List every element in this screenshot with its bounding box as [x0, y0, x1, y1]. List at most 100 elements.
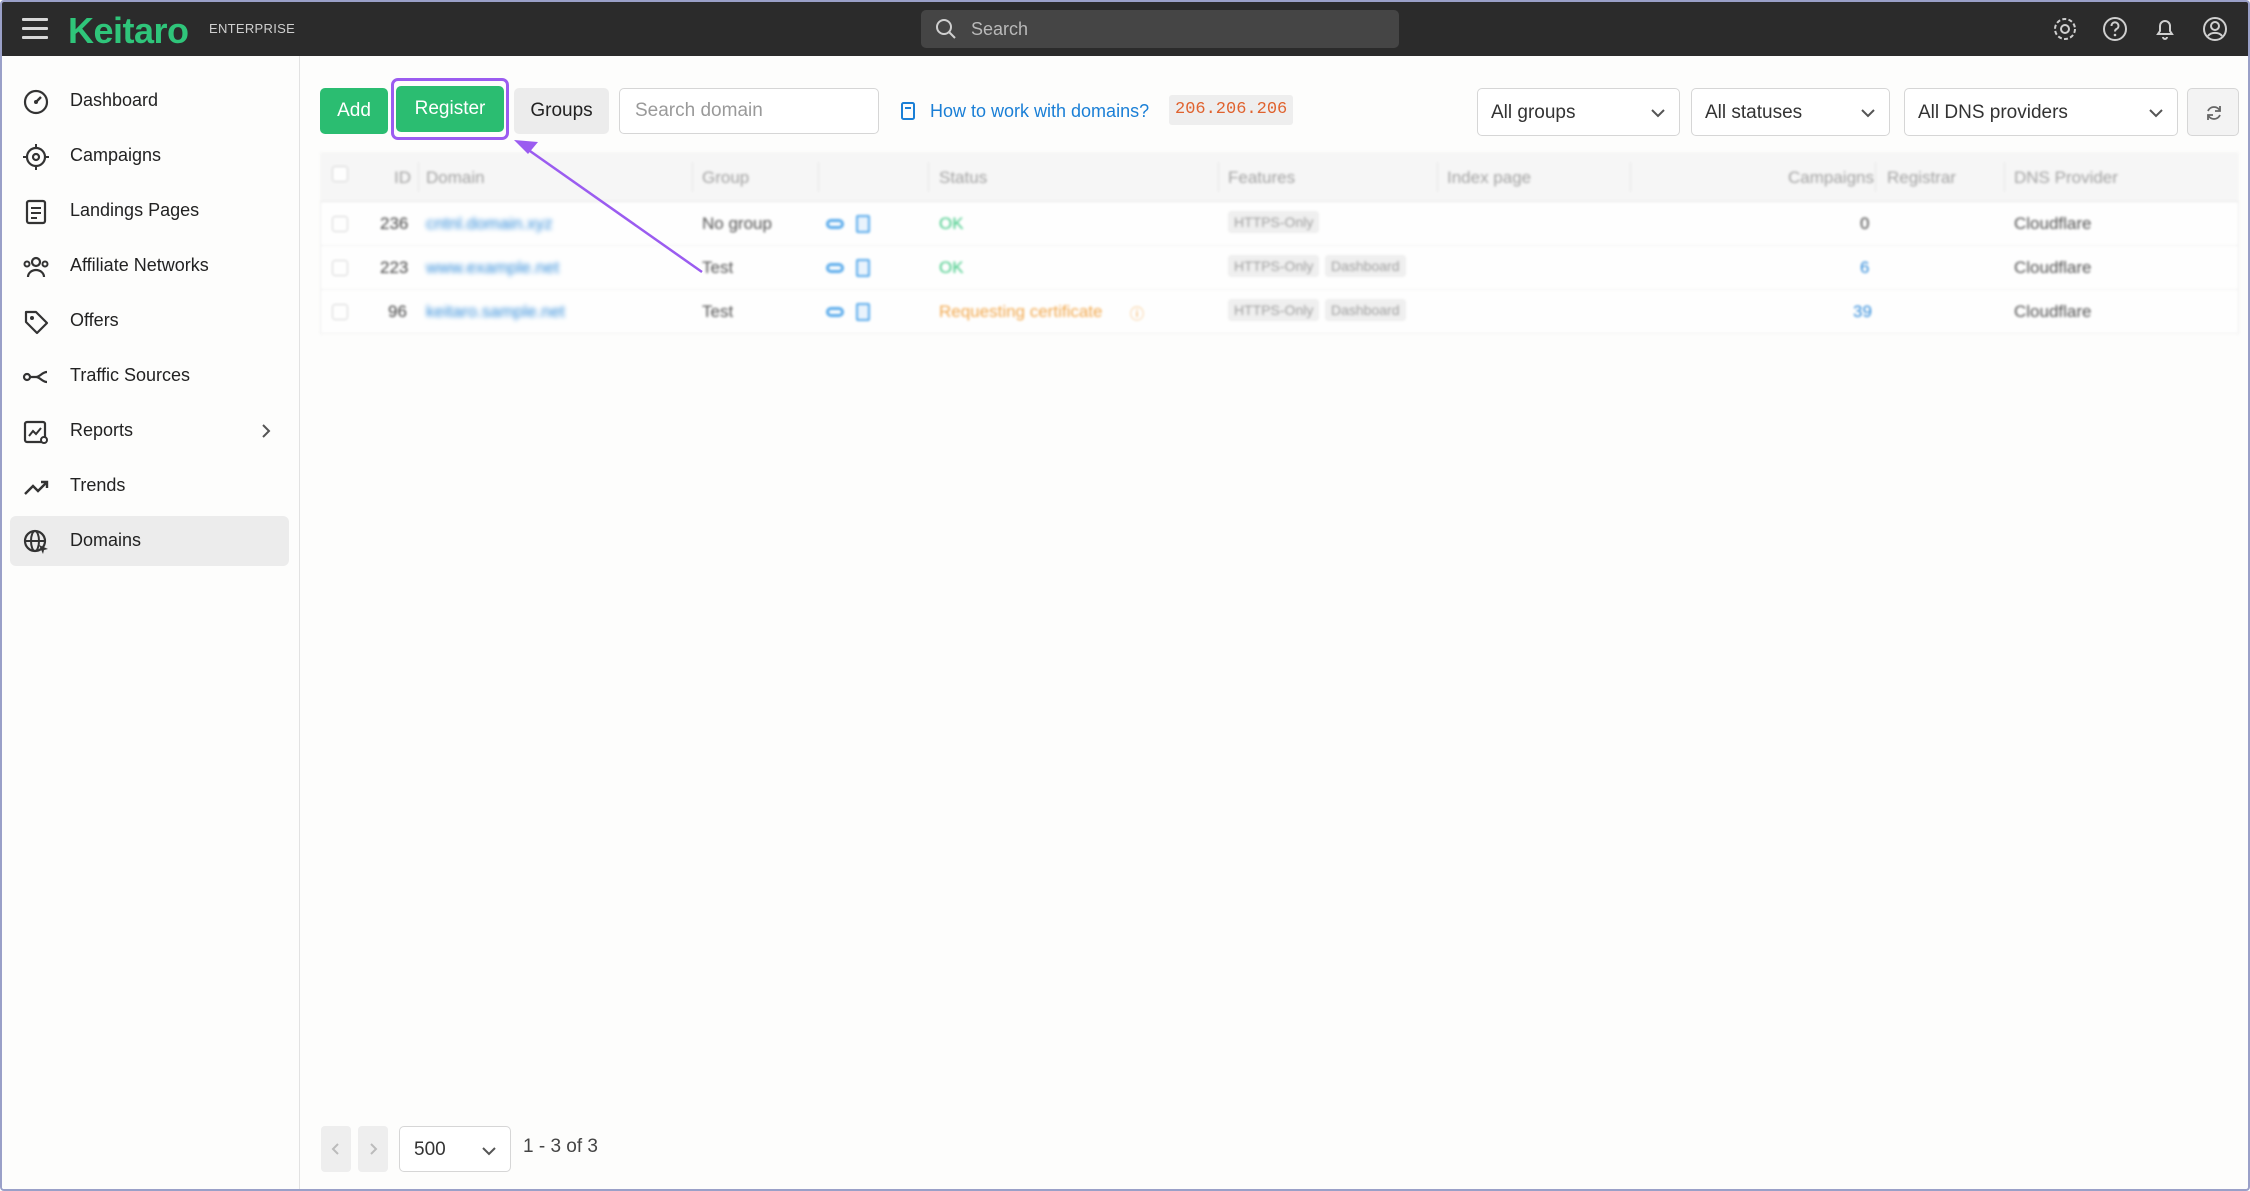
globe-icon — [23, 529, 48, 554]
document-icon[interactable] — [856, 303, 870, 321]
row-checkbox[interactable] — [332, 216, 348, 232]
register-highlight — [391, 78, 509, 140]
sidebar-item-label: Reports — [70, 420, 134, 440]
chevron-down-icon — [1651, 109, 1665, 118]
row-checkbox[interactable] — [332, 304, 348, 320]
dns-providers-filter[interactable]: All DNS providers — [1904, 88, 2178, 136]
chevron-down-icon — [482, 1147, 496, 1156]
sidebar-item-landings-pages[interactable]: Landings Pages — [10, 186, 289, 236]
refresh-button[interactable] — [2187, 88, 2239, 136]
sidebar-item-label: Affiliate Networks — [70, 255, 209, 275]
document-icon[interactable] — [856, 259, 870, 277]
menu-icon[interactable] — [22, 18, 48, 40]
book-icon — [901, 102, 915, 120]
document-icon[interactable] — [856, 215, 870, 233]
feature-tag: HTTPS-Only — [1228, 255, 1320, 277]
sidebar-item-label: Offers — [70, 310, 119, 330]
column-registrar[interactable]: Registrar — [1887, 168, 1956, 188]
row-status: Requesting certificate — [939, 302, 1103, 321]
chevron-down-icon — [1861, 109, 1875, 118]
global-search[interactable] — [921, 10, 1399, 48]
row-campaigns: 0 — [1860, 214, 1870, 233]
column-group[interactable]: Group — [702, 168, 749, 188]
row-domain-link[interactable]: cntnl.domain.xyz — [426, 214, 553, 234]
dns-providers-filter-value: All DNS providers — [1918, 102, 2068, 123]
row-id: 96 — [388, 302, 407, 321]
sidebar-item-traffic-sources[interactable]: Traffic Sources — [10, 351, 289, 401]
row-checkbox[interactable] — [332, 260, 348, 276]
table-row[interactable]: 236 cntnl.domain.xyz No group OK HTTPS-O… — [320, 202, 2239, 246]
column-dns-provider[interactable]: DNS Provider — [2014, 168, 2118, 188]
sidebar-item-reports[interactable]: Reports — [10, 406, 289, 456]
column-status[interactable]: Status — [939, 168, 987, 188]
sidebar: Dashboard Campaigns Landings Pages Affil… — [2, 56, 300, 1189]
row-group: Test — [702, 302, 734, 321]
row-dns-provider: Cloudflare — [2014, 214, 2092, 233]
chevron-right-icon[interactable] — [257, 422, 275, 440]
domains-table: ID Domain Group Status Features Index pa… — [320, 152, 2239, 334]
help-icon[interactable] — [2100, 14, 2130, 44]
global-search-input[interactable] — [971, 10, 1391, 48]
row-dns-provider: Cloudflare — [2014, 302, 2092, 321]
chevron-left-icon — [331, 1143, 339, 1155]
per-page-select[interactable]: 500 — [399, 1126, 511, 1172]
link-icon[interactable] — [826, 263, 844, 273]
feature-tag: Dashboard — [1325, 255, 1406, 277]
chart-icon — [23, 420, 48, 444]
row-group: No group — [702, 214, 772, 233]
statuses-filter-value: All statuses — [1705, 102, 1803, 123]
sidebar-item-label: Traffic Sources — [70, 365, 191, 385]
sidebar-item-label: Trends — [70, 475, 126, 495]
select-all-checkbox[interactable] — [332, 166, 348, 182]
row-campaigns-link[interactable]: 39 — [1853, 302, 1872, 322]
column-domain[interactable]: Domain — [426, 168, 485, 188]
table-row[interactable]: 223 www.example.net Test OK HTTPS-Only D… — [320, 246, 2239, 290]
sidebar-item-affiliate-networks[interactable]: Affiliate Networks — [10, 241, 289, 291]
link-icon[interactable] — [826, 219, 844, 229]
row-group: Test — [702, 258, 734, 277]
search-domain-input[interactable] — [620, 89, 878, 133]
chevron-down-icon — [2149, 109, 2163, 118]
feature-tag: Dashboard — [1325, 299, 1406, 321]
row-campaigns-link[interactable]: 6 — [1860, 258, 1869, 278]
help-link-text[interactable]: How to work with domains? — [930, 101, 1149, 122]
add-button[interactable]: Add — [320, 88, 388, 134]
sidebar-item-dashboard[interactable]: Dashboard — [10, 76, 289, 126]
row-status: OK — [939, 258, 964, 277]
edition-label: ENTERPRISE — [209, 21, 296, 36]
sidebar-item-label: Domains — [70, 530, 142, 550]
sidebar-item-domains[interactable]: Domains — [10, 516, 289, 566]
per-page-value: 500 — [414, 1139, 446, 1160]
sidebar-item-label: Campaigns — [70, 145, 162, 165]
search-domain-field[interactable] — [619, 88, 879, 134]
column-features[interactable]: Features — [1228, 168, 1295, 188]
groups-filter-value: All groups — [1491, 102, 1576, 123]
server-ip-badge: 206.206.206 — [1169, 95, 1294, 125]
sidebar-item-offers[interactable]: Offers — [10, 296, 289, 346]
sidebar-item-trends[interactable]: Trends — [10, 461, 289, 511]
link-icon[interactable] — [826, 307, 844, 317]
user-icon[interactable] — [2200, 14, 2230, 44]
row-status: OK — [939, 214, 964, 233]
sidebar-item-campaigns[interactable]: Campaigns — [10, 131, 289, 181]
groups-button[interactable]: Groups — [514, 88, 609, 134]
sidebar-item-label: Landings Pages — [70, 200, 200, 220]
column-campaigns[interactable]: Campaigns — [1788, 168, 1874, 188]
column-index-page[interactable]: Index page — [1447, 168, 1531, 188]
next-page-button[interactable] — [358, 1126, 388, 1172]
info-icon[interactable]: ⓘ — [1130, 304, 1144, 324]
statuses-filter[interactable]: All statuses — [1691, 88, 1890, 136]
column-id[interactable]: ID — [394, 168, 411, 188]
table-row[interactable]: 96 keitaro.sample.net Test Requesting ce… — [320, 290, 2239, 334]
search-icon — [936, 19, 956, 39]
row-domain-link[interactable]: keitaro.sample.net — [426, 302, 565, 322]
row-domain-link[interactable]: www.example.net — [426, 258, 559, 278]
row-id: 236 — [380, 214, 409, 233]
logo[interactable]: Keitaro — [68, 10, 189, 52]
gear-icon[interactable] — [2050, 14, 2080, 44]
groups-filter[interactable]: All groups — [1477, 88, 1680, 136]
prev-page-button[interactable] — [321, 1126, 351, 1172]
trend-icon — [24, 480, 49, 495]
bell-icon[interactable] — [2150, 14, 2180, 44]
help-link[interactable]: How to work with domains? — [900, 99, 1149, 123]
